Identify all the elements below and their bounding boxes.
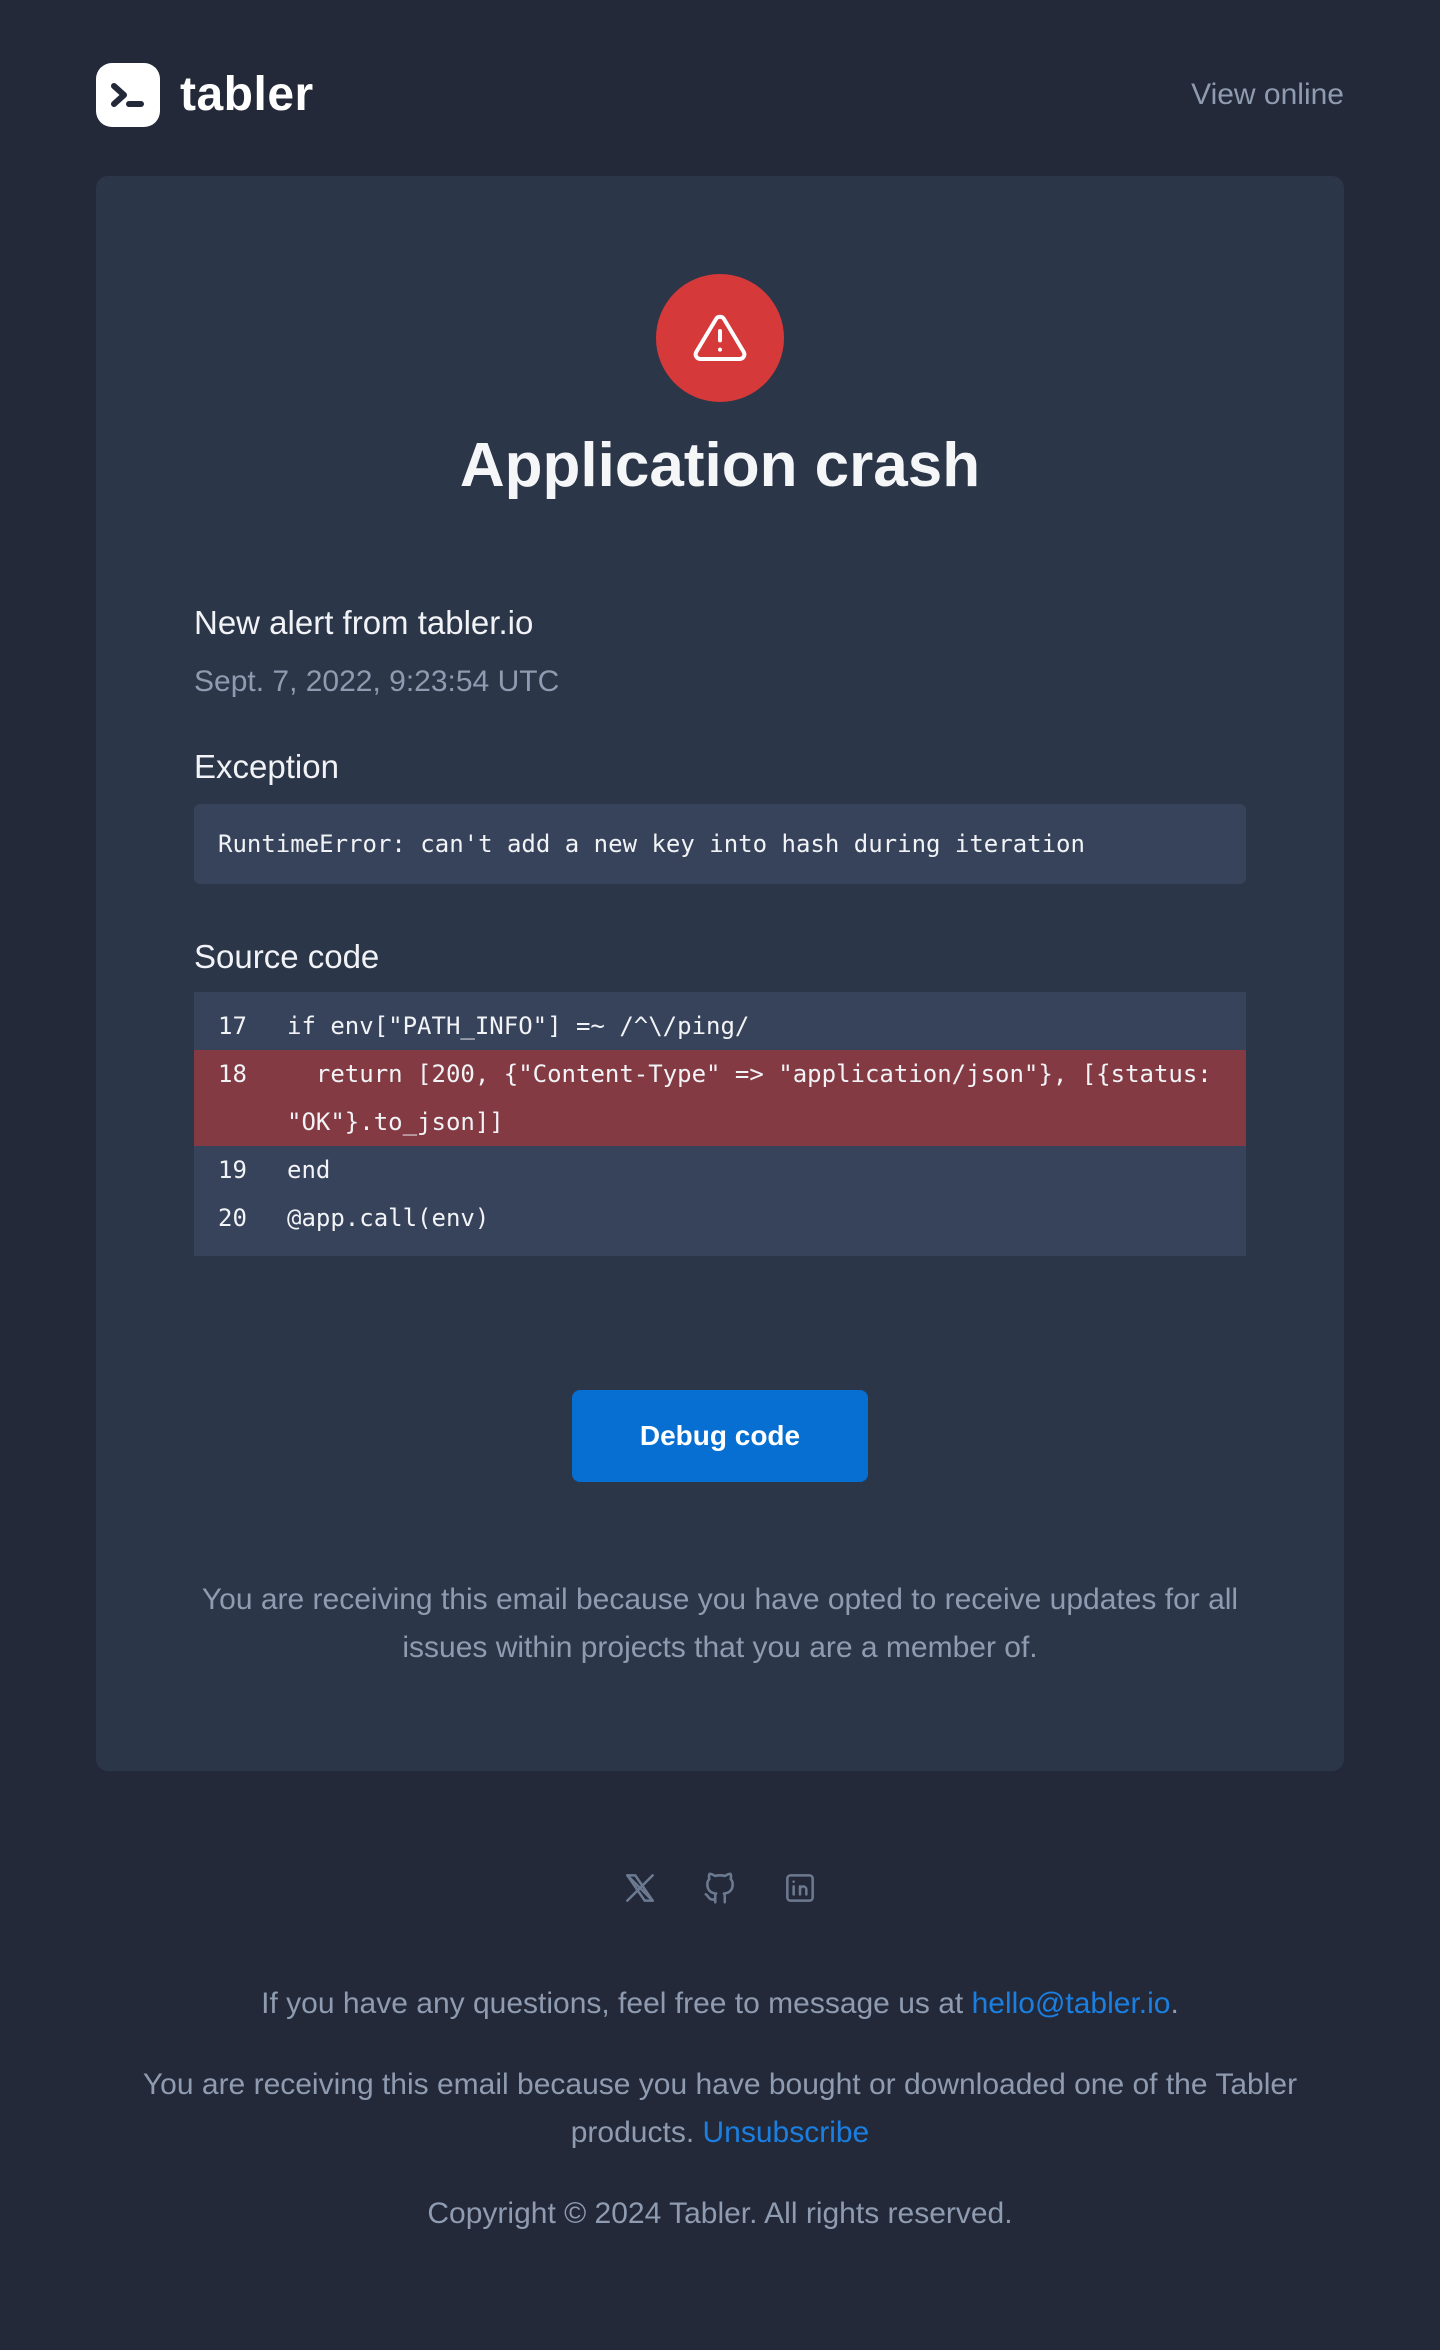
unsubscribe-link[interactable]: Unsubscribe <box>702 2116 869 2149</box>
subscription-reason: You are receiving this email because you… <box>96 2061 1344 2157</box>
line-number: 19 <box>218 1156 247 1184</box>
line-code: return [200, {"Content-Type" => "applica… <box>287 1060 1227 1136</box>
social-links <box>0 1868 1440 1908</box>
copyright: Copyright © 2024 Tabler. All rights rese… <box>427 2197 1013 2230</box>
github-icon[interactable] <box>700 1868 740 1908</box>
brand-name: tabler <box>180 68 314 121</box>
opt-in-note: You are receiving this email because you… <box>201 1583 1239 1664</box>
line-code: @app.call(env) <box>287 1204 490 1232</box>
button-wrapper: Debug code <box>572 1390 868 1482</box>
exception-message: RuntimeError: can't add a new key into h… <box>194 804 1246 884</box>
exception-heading: Exception <box>194 748 339 785</box>
questions-line: If you have any questions, feel free to … <box>96 1980 1344 2028</box>
source-code-block: 17 if env["PATH_INFO"] =~ /^\/ping/ 18 r… <box>194 992 1246 1256</box>
alert-details: New alert from tabler.io Sept. 7, 2022, … <box>194 602 1246 1256</box>
line-code: end <box>287 1156 331 1184</box>
alert-triangle-icon <box>656 274 784 402</box>
linkedin-icon[interactable] <box>780 1868 820 1908</box>
tabler-logo[interactable]: tabler <box>96 63 314 127</box>
page-title: Application crash <box>459 431 981 500</box>
code-line: 17 if env["PATH_INFO"] =~ /^\/ping/ <box>194 1002 1246 1050</box>
x-icon[interactable] <box>620 1868 660 1908</box>
questions-prefix: If you have any questions, feel free to … <box>261 1987 972 2020</box>
view-online-link[interactable]: View online <box>1191 76 1344 114</box>
terminal-icon <box>96 63 160 127</box>
line-number: 20 <box>218 1204 247 1232</box>
code-line: 20 @app.call(env) <box>194 1194 1246 1242</box>
line-number: 18 <box>218 1060 247 1088</box>
alert-subhead: New alert from tabler.io <box>194 604 534 641</box>
alert-timestamp: Sept. 7, 2022, 9:23:54 UTC <box>194 665 560 698</box>
code-line-highlighted: 18 return [200, {"Content-Type" => "appl… <box>194 1050 1246 1146</box>
alert-card: Application crash New alert from tabler.… <box>96 176 1344 1771</box>
code-line: 19 end <box>194 1146 1246 1194</box>
line-code: if env["PATH_INFO"] =~ /^\/ping/ <box>287 1012 750 1040</box>
source-code-heading: Source code <box>194 938 380 975</box>
email-header: tabler View online <box>96 63 1344 127</box>
line-number: 17 <box>218 1012 247 1040</box>
questions-suffix: . <box>1170 1987 1179 2020</box>
contact-email-link[interactable]: hello@tabler.io <box>972 1987 1171 2020</box>
debug-code-button[interactable]: Debug code <box>572 1390 868 1482</box>
